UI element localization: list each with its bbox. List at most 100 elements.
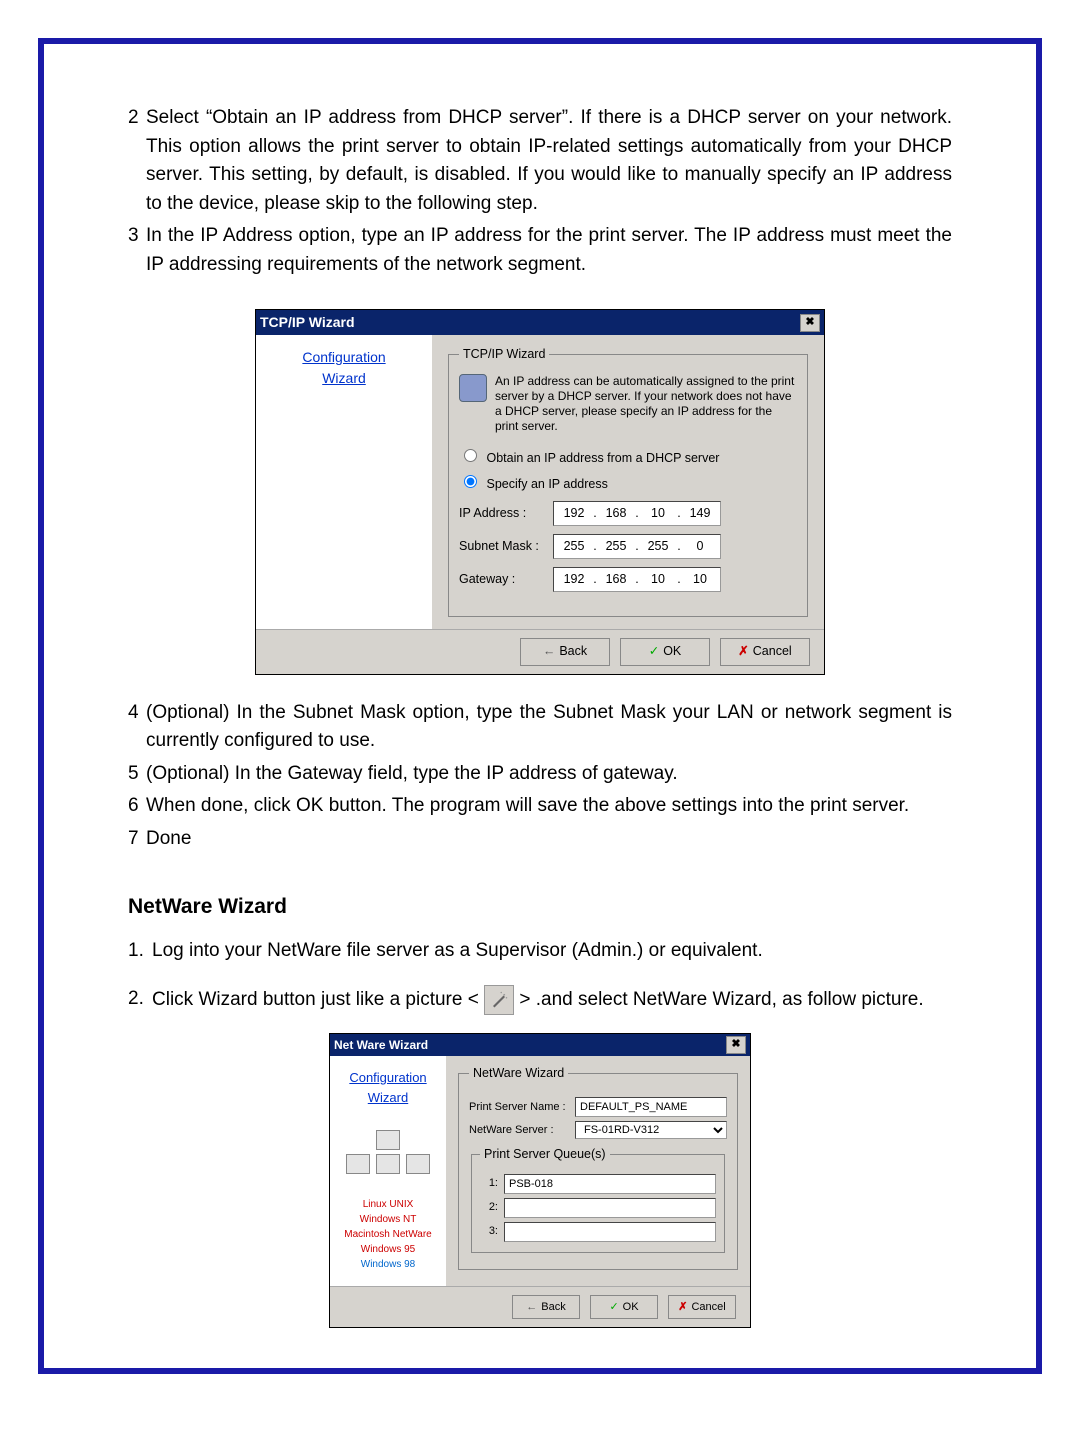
step-7: 7 Done bbox=[128, 825, 952, 854]
step-number: 4 bbox=[128, 699, 146, 756]
step-number: 2. bbox=[128, 985, 152, 1015]
ip-octet: 149 bbox=[684, 504, 716, 523]
radio-label: Obtain an IP address from a DHCP server bbox=[486, 451, 719, 465]
group-description: An IP address can be automatically assig… bbox=[495, 374, 797, 434]
ip-octet: 255 bbox=[558, 537, 590, 556]
group-legend: NetWare Wizard bbox=[469, 1064, 568, 1083]
psn-label: Print Server Name : bbox=[469, 1099, 575, 1116]
queue-num: 3: bbox=[480, 1223, 498, 1240]
step-number: 7 bbox=[128, 825, 146, 854]
dialog-title: Net Ware Wizard bbox=[334, 1036, 428, 1054]
step-text: Click Wizard button just like a picture … bbox=[152, 985, 952, 1015]
dialog-main: NetWare Wizard Print Server Name : NetWa… bbox=[446, 1056, 750, 1286]
radio-dhcp[interactable] bbox=[464, 449, 477, 462]
titlebar: Net Ware Wizard ✖ bbox=[330, 1034, 750, 1056]
sidebar-label: Configuration bbox=[262, 347, 426, 368]
ns-label: NetWare Server : bbox=[469, 1122, 575, 1139]
button-label: Cancel bbox=[691, 1299, 725, 1316]
ip-octet: 255 bbox=[642, 537, 674, 556]
step-text: (Optional) In the Gateway field, type th… bbox=[146, 760, 952, 789]
dialog-sidebar: Configuration Wizard Linux UNIX Windows … bbox=[330, 1056, 446, 1286]
cancel-button[interactable]: ✗ Cancel bbox=[668, 1295, 736, 1319]
titlebar: TCP/IP Wizard ✖ bbox=[256, 310, 824, 335]
os-line: Windows NT bbox=[336, 1212, 440, 1227]
ip-octet: 168 bbox=[600, 504, 632, 523]
step-text-part: Click Wizard button just like a picture … bbox=[152, 989, 479, 1010]
dialog-sidebar: Configuration Wizard bbox=[256, 335, 432, 629]
back-icon: ← bbox=[526, 1299, 537, 1316]
network-diagram-icon bbox=[336, 1107, 440, 1197]
step-number: 3 bbox=[128, 222, 146, 279]
step-text: (Optional) In the Subnet Mask option, ty… bbox=[146, 699, 952, 756]
mask-label: Subnet Mask : bbox=[459, 537, 553, 556]
page-frame: 2 Select “Obtain an IP address from DHCP… bbox=[38, 38, 1042, 1374]
queues-legend: Print Server Queue(s) bbox=[480, 1145, 610, 1164]
ip-octet: 10 bbox=[642, 570, 674, 589]
step-text: In the IP Address option, type an IP add… bbox=[146, 222, 952, 279]
os-line: Windows 95 bbox=[336, 1242, 440, 1257]
ns-select[interactable]: FS-01RD-V312 bbox=[575, 1121, 727, 1139]
ok-button[interactable]: ✓ OK bbox=[590, 1295, 658, 1319]
os-line: Linux UNIX bbox=[336, 1197, 440, 1212]
gateway-input[interactable]: 192. 168. 10. 10 bbox=[553, 567, 721, 592]
sidebar-label: Configuration bbox=[336, 1068, 440, 1088]
dialog-main: TCP/IP Wizard An IP address can be autom… bbox=[432, 335, 824, 629]
step-3: 3 In the IP Address option, type an IP a… bbox=[128, 222, 952, 279]
cancel-button[interactable]: ✗ Cancel bbox=[720, 638, 810, 666]
step-number: 1. bbox=[128, 937, 152, 966]
back-button[interactable]: ← Back bbox=[520, 638, 610, 666]
dialog-title: TCP/IP Wizard bbox=[260, 312, 355, 333]
step-number: 6 bbox=[128, 792, 146, 821]
ip-octet: 192 bbox=[558, 504, 590, 523]
os-line: Windows 98 bbox=[336, 1257, 440, 1272]
step-number: 5 bbox=[128, 760, 146, 789]
netware-wizard-dialog: Net Ware Wizard ✖ Configuration Wizard L… bbox=[329, 1033, 751, 1328]
ip-input[interactable]: 192. 168. 10. 149 bbox=[553, 501, 721, 526]
step-text: Done bbox=[146, 825, 952, 854]
button-label: Back bbox=[541, 1299, 565, 1316]
wand-icon bbox=[484, 985, 514, 1015]
cross-icon: ✗ bbox=[738, 642, 748, 661]
ip-octet: 255 bbox=[600, 537, 632, 556]
button-label: Back bbox=[559, 642, 587, 661]
close-icon[interactable]: ✖ bbox=[800, 314, 820, 332]
mask-input[interactable]: 255. 255. 255. 0 bbox=[553, 534, 721, 559]
radio-label: Specify an IP address bbox=[486, 477, 607, 491]
ip-octet: 192 bbox=[558, 570, 590, 589]
ip-label: IP Address : bbox=[459, 504, 553, 523]
ip-octet: 168 bbox=[600, 570, 632, 589]
step-2: 2 Select “Obtain an IP address from DHCP… bbox=[128, 104, 952, 218]
group-legend: TCP/IP Wizard bbox=[459, 345, 549, 364]
back-button[interactable]: ← Back bbox=[512, 1295, 580, 1319]
radio-specify[interactable] bbox=[464, 475, 477, 488]
button-label: OK bbox=[623, 1299, 639, 1316]
queue2-input[interactable] bbox=[504, 1198, 716, 1218]
sidebar-label: Wizard bbox=[262, 368, 426, 389]
psn-input[interactable] bbox=[575, 1097, 727, 1117]
cross-icon: ✗ bbox=[678, 1299, 687, 1316]
step-text: Log into your NetWare file server as a S… bbox=[152, 937, 952, 966]
step-5: 5 (Optional) In the Gateway field, type … bbox=[128, 760, 952, 789]
button-label: Cancel bbox=[753, 642, 792, 661]
gateway-label: Gateway : bbox=[459, 570, 553, 589]
ip-octet: 10 bbox=[684, 570, 716, 589]
step-6: 6 When done, click OK button. The progra… bbox=[128, 792, 952, 821]
nw-step-1: 1. Log into your NetWare file server as … bbox=[128, 937, 952, 966]
step-number: 2 bbox=[128, 104, 146, 218]
ip-octet: 0 bbox=[684, 537, 716, 556]
os-list: Linux UNIX Windows NT Macintosh NetWare … bbox=[336, 1197, 440, 1272]
ip-octet: 10 bbox=[642, 504, 674, 523]
ok-button[interactable]: ✓ OK bbox=[620, 638, 710, 666]
section-heading-netware: NetWare Wizard bbox=[128, 891, 952, 923]
close-icon[interactable]: ✖ bbox=[726, 1036, 746, 1054]
back-icon: ← bbox=[543, 642, 556, 661]
queue1-input[interactable] bbox=[504, 1174, 716, 1194]
button-label: OK bbox=[663, 642, 681, 661]
queue3-input[interactable] bbox=[504, 1222, 716, 1242]
os-line: Macintosh NetWare bbox=[336, 1227, 440, 1242]
sidebar-label: Wizard bbox=[336, 1088, 440, 1108]
queue-num: 2: bbox=[480, 1199, 498, 1216]
tcpip-wizard-dialog: TCP/IP Wizard ✖ Configuration Wizard TCP… bbox=[255, 309, 825, 675]
step-text-part: > .and select NetWare Wizard, as follow … bbox=[519, 989, 923, 1010]
document-body: 2 Select “Obtain an IP address from DHCP… bbox=[44, 44, 1036, 1368]
